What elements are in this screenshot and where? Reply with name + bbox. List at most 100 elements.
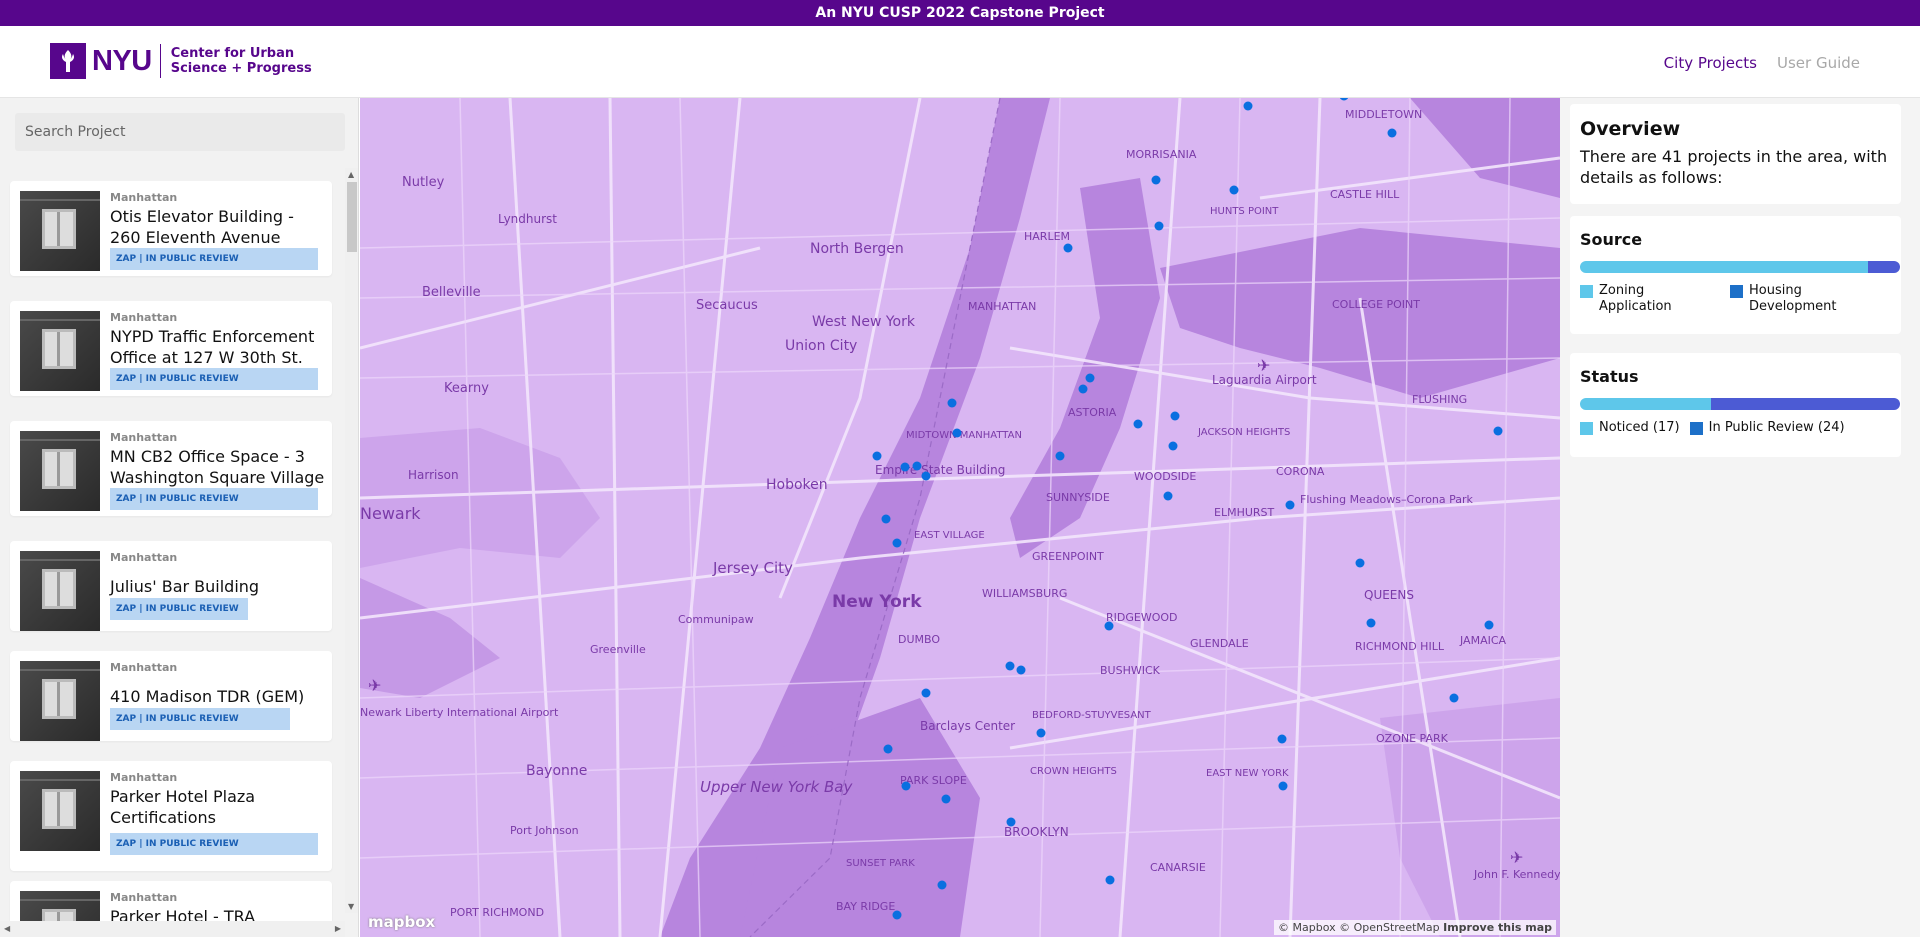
- project-thumbnail: [20, 551, 100, 631]
- project-marker[interactable]: [1339, 98, 1349, 101]
- project-marker[interactable]: [1036, 728, 1046, 738]
- map-label: PORT RICHMOND: [450, 906, 544, 919]
- mapbox-logo[interactable]: mapbox: [368, 913, 435, 931]
- nav-user-guide[interactable]: User Guide: [1777, 54, 1860, 72]
- scroll-right-icon[interactable]: ▶: [335, 924, 341, 933]
- project-marker[interactable]: [1063, 243, 1073, 253]
- banner-text: An NYU CUSP 2022 Capstone Project: [815, 5, 1105, 21]
- map-canvas[interactable]: ✈ ✈ ✈ Newark Nutley Belleville Kearny Ha…: [360, 98, 1560, 937]
- map-label: Barclays Center: [920, 719, 1015, 733]
- logo-text: NYU: [92, 44, 152, 77]
- project-card[interactable]: Manhattan Parker Hotel Plaza Certificati…: [10, 761, 332, 871]
- status-badge: ZAP | IN PUBLIC REVIEW: [110, 708, 290, 730]
- project-marker[interactable]: [947, 398, 957, 408]
- project-marker[interactable]: [1168, 441, 1178, 451]
- project-marker[interactable]: [1085, 373, 1095, 383]
- nav-city-projects[interactable]: City Projects: [1664, 54, 1757, 72]
- map-label: Communipaw: [678, 613, 754, 626]
- overview-card: Overview There are 41 projects in the ar…: [1570, 104, 1901, 204]
- project-marker[interactable]: [1387, 128, 1397, 138]
- project-card[interactable]: Manhattan MN CB2 Office Space - 3 Washin…: [10, 421, 332, 516]
- project-marker[interactable]: [892, 910, 902, 920]
- map-label: West New York: [812, 314, 916, 330]
- project-marker[interactable]: [883, 744, 893, 754]
- project-marker[interactable]: [1005, 661, 1015, 671]
- legend-swatch: [1580, 422, 1593, 435]
- map-label: SUNNYSIDE: [1046, 491, 1110, 504]
- project-marker[interactable]: [1078, 384, 1088, 394]
- project-marker[interactable]: [1493, 426, 1503, 436]
- scroll-left-icon[interactable]: ◀: [4, 924, 10, 933]
- project-card[interactable]: Manhattan NYPD Traffic Enforcement Offic…: [10, 301, 332, 396]
- project-marker[interactable]: [1105, 875, 1115, 885]
- airport-icon: ✈: [368, 676, 381, 695]
- project-card[interactable]: Manhattan Julius' Bar Building ZAP | IN …: [10, 541, 332, 631]
- status-segment-public-review: [1711, 398, 1900, 410]
- top-banner: An NYU CUSP 2022 Capstone Project: [0, 0, 1920, 26]
- map-label: Port Johnson: [510, 824, 579, 837]
- map-label: CASTLE HILL: [1330, 188, 1400, 201]
- project-card[interactable]: Manhattan Otis Elevator Building - 260 E…: [10, 181, 332, 276]
- project-sidebar: Manhattan Otis Elevator Building - 260 E…: [0, 98, 359, 937]
- map-label: MIDTOWN MANHATTAN: [906, 430, 1022, 441]
- project-marker[interactable]: [1006, 817, 1016, 827]
- project-marker[interactable]: [900, 462, 910, 472]
- project-marker[interactable]: [912, 461, 922, 471]
- project-marker[interactable]: [1133, 419, 1143, 429]
- project-marker[interactable]: [1016, 665, 1026, 675]
- map-label: CORONA: [1276, 465, 1325, 478]
- improve-map-link[interactable]: Improve this map: [1443, 921, 1552, 934]
- project-marker[interactable]: [901, 781, 911, 791]
- logo-sub-line1: Center for Urban: [170, 46, 295, 61]
- scrollbar-thumb[interactable]: [347, 182, 357, 252]
- status-badge: ZAP | IN PUBLIC REVIEW: [110, 488, 318, 510]
- sidebar-horizontal-scrollbar[interactable]: ◀ ▶: [0, 921, 345, 937]
- site-header: NYU Center for Urban Science + Progress …: [0, 26, 1920, 98]
- project-marker[interactable]: [1229, 185, 1239, 195]
- project-marker[interactable]: [1104, 621, 1114, 631]
- project-marker[interactable]: [937, 880, 947, 890]
- project-marker[interactable]: [952, 428, 962, 438]
- map-label: John F. Kennedy International Airport: [1473, 868, 1560, 881]
- project-thumbnail: [20, 191, 100, 271]
- project-marker[interactable]: [1243, 101, 1253, 111]
- project-marker[interactable]: [1151, 175, 1161, 185]
- project-marker[interactable]: [872, 451, 882, 461]
- map-label: Greenville: [590, 643, 646, 656]
- scroll-up-icon[interactable]: ▲: [348, 170, 354, 179]
- project-marker[interactable]: [1355, 558, 1365, 568]
- project-marker[interactable]: [1285, 500, 1295, 510]
- project-marker[interactable]: [1154, 221, 1164, 231]
- project-marker[interactable]: [941, 794, 951, 804]
- project-marker[interactable]: [1366, 618, 1376, 628]
- legend-label: Housing Development: [1749, 283, 1837, 314]
- project-marker[interactable]: [881, 514, 891, 524]
- nyu-cusp-logo[interactable]: NYU Center for Urban Science + Progress: [50, 42, 312, 80]
- project-marker[interactable]: [1163, 491, 1173, 501]
- project-marker[interactable]: [921, 471, 931, 481]
- map-label: DUMBO: [898, 633, 940, 646]
- project-marker[interactable]: [1170, 411, 1180, 421]
- map-view[interactable]: ✈ ✈ ✈ Newark Nutley Belleville Kearny Ha…: [360, 98, 1560, 937]
- source-card: Source Zoning Application Housing Develo…: [1570, 216, 1901, 334]
- project-thumbnail: [20, 311, 100, 391]
- attribution-text[interactable]: © Mapbox © OpenStreetMap: [1278, 921, 1440, 934]
- project-card[interactable]: Manhattan 410 Madison TDR (GEM) ZAP | IN…: [10, 651, 332, 741]
- source-title: Source: [1580, 230, 1643, 249]
- project-marker[interactable]: [1449, 693, 1459, 703]
- project-marker[interactable]: [1277, 734, 1287, 744]
- source-segment-housing: [1868, 261, 1900, 273]
- status-segment-noticed: [1580, 398, 1712, 410]
- project-marker[interactable]: [1278, 781, 1288, 791]
- project-borough: Manhattan: [110, 191, 178, 204]
- project-marker[interactable]: [892, 538, 902, 548]
- sidebar-vertical-scrollbar[interactable]: ▲ ▼: [345, 168, 358, 913]
- map-attribution: © Mapbox © OpenStreetMap Improve this ma…: [1274, 920, 1556, 935]
- project-marker[interactable]: [1484, 620, 1494, 630]
- search-input[interactable]: [15, 113, 345, 151]
- project-thumbnail: [20, 431, 100, 511]
- project-marker[interactable]: [1055, 451, 1065, 461]
- scroll-down-icon[interactable]: ▼: [348, 902, 354, 911]
- project-marker[interactable]: [921, 688, 931, 698]
- logo-divider: [159, 44, 161, 78]
